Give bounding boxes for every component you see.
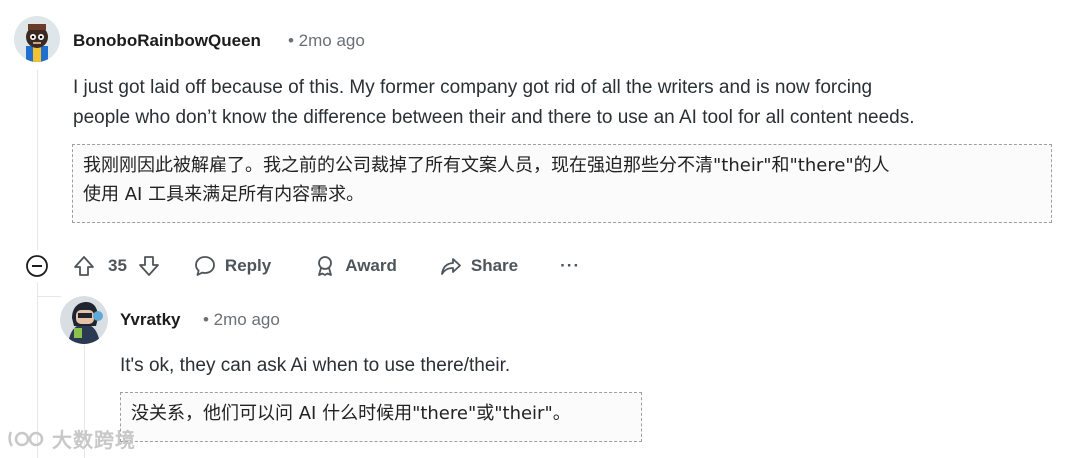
watermark-text: 大数跨境: [52, 430, 136, 452]
share-icon: [439, 254, 463, 278]
comment-actions: 35 Reply Award Share ···: [72, 252, 580, 280]
translation-line: 使用 AI 工具来满足所有内容需求。: [83, 184, 365, 205]
share-label: Share: [470, 256, 519, 275]
reply-icon: [193, 254, 217, 278]
more-options-button[interactable]: ···: [560, 256, 580, 276]
translation-line: 我刚刚因此被解雇了。我之前的公司裁掉了所有文案人员，现在强迫那些分不清"thei…: [83, 155, 890, 176]
watermark-icon: [8, 430, 44, 447]
upvote-button[interactable]: [72, 254, 96, 278]
comment-body-line: I just got laid off because of this. My …: [73, 77, 873, 98]
translation-line: 没关系，他们可以问 AI 什么时候用"there"或"their"。: [131, 403, 571, 424]
downvote-icon: [137, 254, 161, 278]
comment-author[interactable]: BonoboRainbowQueen: [73, 31, 261, 51]
upvote-icon: [72, 254, 96, 278]
downvote-button[interactable]: [137, 254, 161, 278]
comment-body-line: people who don’t know the difference bet…: [73, 107, 915, 128]
comment-timestamp: • 2mo ago: [203, 310, 280, 329]
share-button[interactable]: Share: [439, 254, 518, 278]
thread-line-reply-curve: [37, 296, 61, 297]
reply-button[interactable]: Reply: [193, 254, 271, 278]
award-label: Award: [345, 256, 397, 275]
more-icon: ···: [560, 256, 581, 275]
translation-box: 没关系，他们可以问 AI 什么时候用"there"或"their"。: [120, 392, 642, 442]
award-icon: [313, 254, 337, 278]
translation-box: 我刚刚因此被解雇了。我之前的公司裁掉了所有文案人员，现在强迫那些分不清"thei…: [72, 144, 1052, 223]
watermark-logo: 大数跨境: [8, 424, 136, 453]
comment-timestamp: • 2mo ago: [288, 31, 365, 50]
comment-author[interactable]: Yvratky: [120, 310, 181, 330]
collapse-icon[interactable]: [25, 254, 49, 283]
vote-count: 35: [108, 256, 127, 275]
reply-label: Reply: [224, 256, 272, 275]
avatar[interactable]: [14, 16, 60, 62]
award-button[interactable]: Award: [313, 254, 397, 278]
thread-line-main: [37, 70, 38, 250]
comment-body: It's ok, they can ask Ai when to use the…: [120, 355, 511, 376]
avatar[interactable]: [60, 296, 108, 344]
